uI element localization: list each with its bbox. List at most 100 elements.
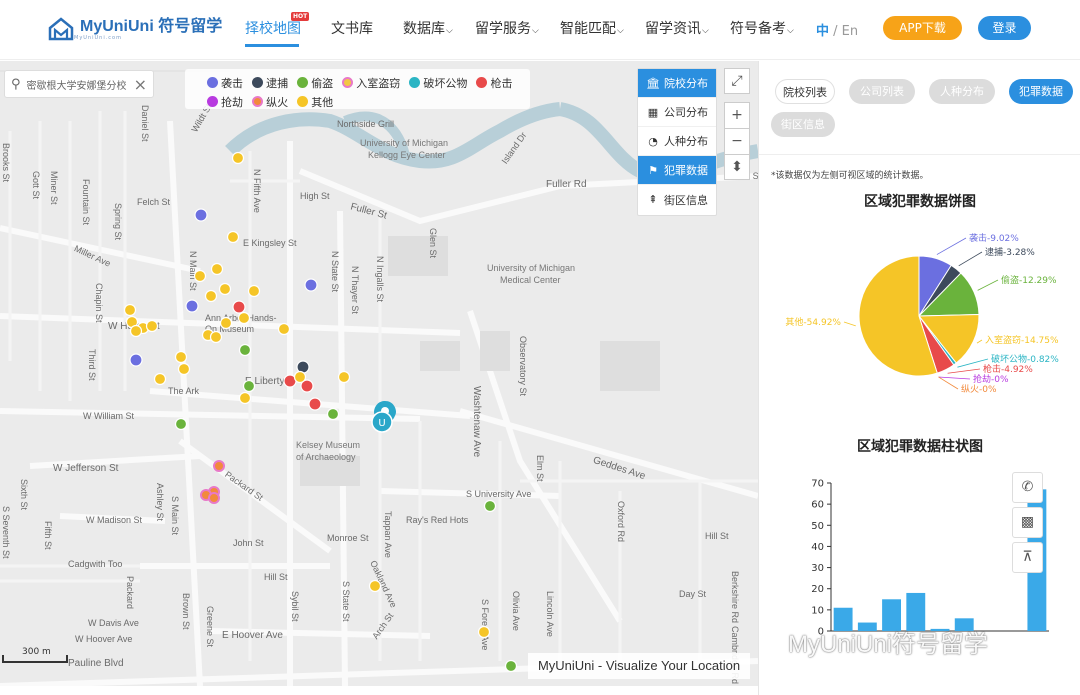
zoom-out-icon[interactable]: − xyxy=(724,128,750,154)
layer-menu: 🏛 院校分布 ▦ 公司分布 ◔ 人种分布 ⚑ 犯罪数据 ⇞ 街区信息 xyxy=(637,68,717,216)
nav-study-news-label: 留学资讯 xyxy=(645,21,701,37)
chevron-down-icon: ⌵ xyxy=(617,26,624,36)
phone-icon[interactable]: ✆ xyxy=(1012,472,1043,503)
pie-leader-line xyxy=(947,368,981,374)
crime-marker-arson xyxy=(200,460,225,504)
legend-item-theft[interactable]: 偷盗 xyxy=(297,75,333,91)
legend-dot xyxy=(207,96,218,107)
crime-marker-assault xyxy=(194,208,208,222)
map-watermark: MyUniUni - Visualize Your Location xyxy=(528,653,750,679)
layer-street[interactable]: ⇞ 街区信息 xyxy=(638,185,716,214)
lang-zh[interactable]: 中 xyxy=(816,24,829,39)
qrcode-icon[interactable]: ▩ xyxy=(1012,507,1043,538)
tab-street-info[interactable]: 街区信息 xyxy=(771,112,835,137)
tab-ethnicity[interactable]: 人种分布 xyxy=(929,79,995,104)
pie-leader-line xyxy=(938,376,971,380)
hot-badge: HOT xyxy=(291,12,310,21)
nav-exam-prep[interactable]: 符号备考⌵ xyxy=(730,18,794,38)
nav-study-services-label: 留学服务 xyxy=(475,21,531,37)
pie-label: 纵火-0% xyxy=(961,384,997,395)
crime-marker-assault xyxy=(304,278,318,292)
legend-item-robbery[interactable]: 抢劫 xyxy=(207,94,243,110)
y-tick-label: 40 xyxy=(811,542,824,553)
street-icon: ⇞ xyxy=(648,193,658,206)
legend-label: 纵火 xyxy=(266,95,289,109)
legend-label: 破坏公物 xyxy=(423,76,468,90)
nav-database-label: 数据库 xyxy=(403,21,445,37)
legend-item-vandalism[interactable]: 破坏公物 xyxy=(409,75,467,91)
pie-leader-line xyxy=(938,376,959,390)
crime-marker-theft xyxy=(483,499,497,513)
crime-marker-theft xyxy=(238,343,252,357)
pie-label: 抢劫-0% xyxy=(973,373,1009,385)
legend-label: 逮捕 xyxy=(266,76,289,90)
legend-item-burglary[interactable]: 入室盗窃 xyxy=(342,75,400,91)
map-view[interactable]: Northside Grill University of Michigan K… xyxy=(0,61,758,686)
location-pin-icon: U xyxy=(371,401,396,433)
pie-label: 逮捕-3.28% xyxy=(985,246,1035,258)
pie-leader-line xyxy=(958,251,983,267)
map-search-box[interactable]: ⚲ 密歇根大学安娜堡分校 × xyxy=(4,70,154,98)
nav-smart-match[interactable]: 智能匹配⌵ xyxy=(560,18,624,38)
pie-leader-line xyxy=(843,321,856,327)
site-logo[interactable]: MyUniUni 符号留学 MyUniUni.com xyxy=(48,16,222,41)
chevron-down-icon: ⌵ xyxy=(702,26,709,36)
layer-company[interactable]: ▦ 公司分布 xyxy=(638,98,716,127)
layer-label: 街区信息 xyxy=(664,193,708,207)
layer-ethnicity[interactable]: ◔ 人种分布 xyxy=(638,127,716,156)
university-icon: 🏛 xyxy=(646,76,660,90)
back-to-top-icon[interactable]: ⊼ xyxy=(1012,542,1043,573)
people-icon: ◔ xyxy=(648,134,658,148)
legend-label: 入室盗窃 xyxy=(356,76,401,90)
lang-separator: / xyxy=(829,24,842,39)
nav-database[interactable]: 数据库⌵ xyxy=(403,18,453,38)
y-tick-label: 60 xyxy=(811,500,824,511)
app-download-button[interactable]: APP下载 xyxy=(883,16,962,40)
police-icon: ⚑ xyxy=(648,163,658,177)
legend-item-shooting[interactable]: 枪击 xyxy=(476,75,512,91)
data-panel: 院校列表 公司列表 人种分布 犯罪数据 街区信息 *该数据仅为左侧可视区域的统计… xyxy=(758,61,1080,695)
building-icon: ▦ xyxy=(647,105,659,119)
floating-tools: ✆ ▩ ⊼ xyxy=(1012,472,1043,577)
legend-label: 袭击 xyxy=(221,76,243,90)
tab-crime-data[interactable]: 犯罪数据 xyxy=(1009,79,1073,104)
layer-university[interactable]: 🏛 院校分布 xyxy=(638,69,716,98)
lang-en[interactable]: En xyxy=(842,24,858,39)
login-button[interactable]: 登录 xyxy=(978,16,1031,40)
nav-school-map[interactable]: 择校地图 xyxy=(245,18,301,38)
pie-label: 入室盗窃-14.75% xyxy=(985,334,1059,346)
legend-item-arrest[interactable]: 逮捕 xyxy=(252,75,288,91)
nav-exam-prep-label: 符号备考 xyxy=(730,21,786,37)
bar-chart-title: 区域犯罪数据柱状图 xyxy=(857,439,983,455)
pie-label: 枪击-4.92% xyxy=(983,363,1033,375)
language-switch[interactable]: 中 / En xyxy=(816,20,858,39)
close-icon[interactable]: × xyxy=(134,75,147,94)
map-controls: ⤢ + − ⬍ xyxy=(724,68,750,180)
y-tick-label: 50 xyxy=(811,521,824,532)
legend-item-assault[interactable]: 袭击 xyxy=(207,75,243,91)
top-header: MyUniUni 符号留学 MyUniUni.com 择校地图 HOT 文书库 … xyxy=(0,0,1080,60)
legend-label: 抢劫 xyxy=(221,95,243,109)
pie-leader-line xyxy=(977,279,999,291)
legend-dot xyxy=(297,77,309,88)
legend-label: 其他 xyxy=(311,95,334,109)
legend-label: 枪击 xyxy=(490,76,513,90)
zoom-in-icon[interactable]: + xyxy=(724,102,750,128)
legend-item-other[interactable]: 其他 xyxy=(297,94,333,110)
panel-divider xyxy=(759,154,1080,155)
compass-icon[interactable]: ⬍ xyxy=(724,154,750,180)
nav-study-services[interactable]: 留学服务⌵ xyxy=(475,18,539,38)
legend-item-arson[interactable]: 纵火 xyxy=(252,94,288,110)
pie-label: 袭击-9.02% xyxy=(969,232,1019,244)
layer-crime[interactable]: ⚑ 犯罪数据 xyxy=(638,156,716,185)
layer-label: 犯罪数据 xyxy=(664,164,708,177)
tab-school-list[interactable]: 院校列表 xyxy=(775,79,835,104)
legend-dot xyxy=(252,77,264,88)
nav-study-news[interactable]: 留学资讯⌵ xyxy=(645,18,709,38)
search-input[interactable]: 密歇根大学安娜堡分校 xyxy=(27,77,134,92)
fullscreen-icon[interactable]: ⤢ xyxy=(724,68,750,94)
nav-essay-library[interactable]: 文书库 xyxy=(331,18,373,38)
scale-bar xyxy=(2,655,68,663)
crime-marker-assault xyxy=(129,353,143,367)
tab-company-list[interactable]: 公司列表 xyxy=(849,79,915,104)
